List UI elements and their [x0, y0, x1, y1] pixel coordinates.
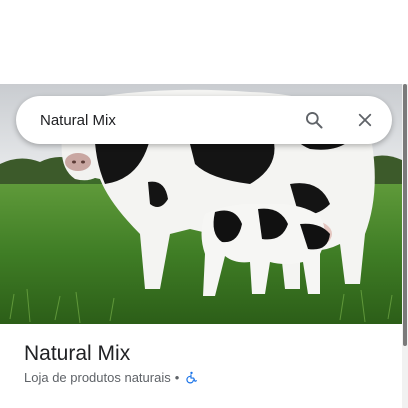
- search-bar: [16, 96, 392, 144]
- place-title: Natural Mix: [24, 342, 131, 365]
- place-subtitle: Loja de produtos naturais •: [24, 370, 198, 385]
- wheelchair-accessible-icon: [186, 371, 198, 384]
- scrollbar-thumb[interactable]: [403, 84, 407, 346]
- search-button[interactable]: [298, 104, 330, 136]
- close-icon: [358, 113, 372, 127]
- separator-dot: •: [174, 370, 180, 385]
- place-info: Natural Mix Loja de produtos naturais •: [0, 324, 402, 408]
- search-input[interactable]: [40, 96, 280, 144]
- place-panel: Natural Mix Loja de produtos naturais •: [0, 0, 408, 408]
- place-category[interactable]: Loja de produtos naturais: [24, 370, 171, 385]
- panel-scrollbar[interactable]: [402, 84, 408, 408]
- search-icon: [306, 112, 323, 129]
- clear-search-button[interactable]: [349, 104, 381, 136]
- wheelchair-icon[interactable]: [185, 371, 198, 384]
